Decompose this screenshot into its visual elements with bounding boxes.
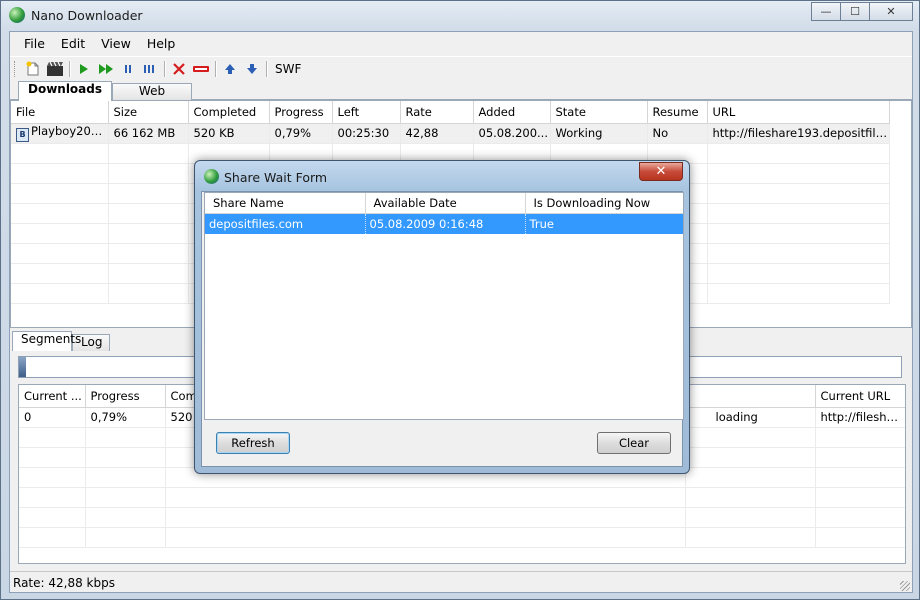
tab-downloads[interactable]: Downloads xyxy=(18,81,112,101)
column-header[interactable]: Share Name xyxy=(205,193,366,214)
column-header[interactable]: URL xyxy=(707,101,890,124)
start-all-icon[interactable] xyxy=(95,59,117,79)
file-name: Playboy2009... xyxy=(31,124,108,138)
column-header[interactable]: Progress xyxy=(269,101,333,124)
close-button[interactable]: ✕ xyxy=(869,2,913,21)
menu-bar: File Edit View Help xyxy=(10,32,912,54)
status-rate: Rate: 42,88 kbps xyxy=(13,575,115,590)
menu-edit[interactable]: Edit xyxy=(53,36,93,51)
dialog-title: Share Wait Form xyxy=(224,170,328,185)
tab-web-spider[interactable]: Web Spider xyxy=(112,83,192,113)
dialog-close-button[interactable]: ✕ xyxy=(639,162,683,181)
file-icon: B xyxy=(16,128,29,142)
cell-completed: 520 KB xyxy=(188,123,270,144)
pause-all-icon[interactable] xyxy=(139,59,161,79)
cell-url: http://fileshare... xyxy=(815,407,905,428)
app-icon xyxy=(9,7,25,23)
downloads-header: File Size Completed Progress Left Rate A… xyxy=(11,101,890,124)
toolbar-separator xyxy=(164,60,165,77)
column-header[interactable]: File xyxy=(11,101,109,124)
window-title: Nano Downloader xyxy=(31,8,143,23)
share-wait-dialog: Share Wait Form ✕ Share Name Available D… xyxy=(194,160,690,474)
table-row[interactable]: depositfiles.com 05.08.2009 0:16:48 True xyxy=(205,213,683,234)
column-header[interactable]: Current ... xyxy=(19,385,86,408)
menu-file[interactable]: File xyxy=(16,36,53,51)
menu-view[interactable]: View xyxy=(93,36,139,51)
remove-icon[interactable] xyxy=(168,59,190,79)
cell-file: B Playboy2009... xyxy=(11,123,109,144)
minimize-button[interactable]: — xyxy=(811,2,841,21)
tab-segments[interactable]: Segments xyxy=(12,331,81,351)
toolbar-separator xyxy=(266,60,267,77)
toolbar-separator xyxy=(69,60,70,77)
column-header[interactable]: State xyxy=(550,101,648,124)
start-icon[interactable] xyxy=(73,59,95,79)
menu-help[interactable]: Help xyxy=(139,36,184,51)
title-bar[interactable]: Nano Downloader — ☐ ✕ xyxy=(1,1,919,29)
pause-icon[interactable] xyxy=(117,59,139,79)
video-icon[interactable] xyxy=(44,59,66,79)
cell-progress: 0,79% xyxy=(85,407,166,428)
cell-state: Working xyxy=(550,123,648,144)
cell-available-date: 05.08.2009 0:16:48 xyxy=(365,213,526,234)
main-tabs: Downloads Web Spider xyxy=(10,81,912,113)
column-header[interactable]: Available Date xyxy=(365,193,526,214)
status-bar: Rate: 42,88 kbps xyxy=(10,571,912,593)
cell-progress: 0,79% xyxy=(269,123,333,144)
app-icon xyxy=(204,169,219,184)
move-up-icon[interactable] xyxy=(219,59,241,79)
column-header[interactable]: Size xyxy=(108,101,189,124)
new-icon[interactable] xyxy=(22,59,44,79)
cell-share-name: depositfiles.com xyxy=(205,213,366,234)
cell-url: http://fileshare193.depositfile... xyxy=(707,123,890,144)
dialog-client: Share Name Available Date Is Downloading… xyxy=(201,191,684,467)
remove-all-icon[interactable] xyxy=(190,59,212,79)
maximize-button[interactable]: ☐ xyxy=(840,2,870,21)
column-header[interactable]: Left xyxy=(332,101,401,124)
cell-size: 66 162 MB xyxy=(108,123,189,144)
toolbar: SWF xyxy=(10,56,912,80)
segment-progress-fill xyxy=(19,357,26,377)
swf-button[interactable]: SWF xyxy=(270,62,306,76)
column-header[interactable]: Added xyxy=(473,101,551,124)
cell-is-downloading: True xyxy=(525,213,683,234)
column-header[interactable] xyxy=(685,385,816,408)
cell-rate: 42,88 xyxy=(400,123,474,144)
cell-current: 0 xyxy=(19,407,86,428)
share-table: Share Name Available Date Is Downloading… xyxy=(204,192,684,420)
toolbar-grip[interactable] xyxy=(14,60,17,77)
cell-added: 05.08.200... xyxy=(473,123,551,144)
cell-left: 00:25:30 xyxy=(332,123,401,144)
resize-grip-icon[interactable] xyxy=(900,581,910,591)
clear-button[interactable]: Clear xyxy=(597,432,671,454)
table-row[interactable] xyxy=(19,527,905,548)
column-header[interactable]: Is Downloading Now xyxy=(525,193,683,214)
column-header[interactable]: Resume xyxy=(647,101,708,124)
table-row[interactable]: B Playboy2009... 66 162 MB 520 KB 0,79% 0… xyxy=(11,123,890,144)
move-down-icon[interactable] xyxy=(241,59,263,79)
refresh-button[interactable]: Refresh xyxy=(216,432,290,454)
cell-state: loading xyxy=(685,407,816,428)
caption-buttons: — ☐ ✕ xyxy=(811,2,913,21)
column-header[interactable]: Current URL xyxy=(815,385,905,408)
column-header[interactable]: Rate xyxy=(400,101,474,124)
cell-resume: No xyxy=(647,123,708,144)
toolbar-separator xyxy=(215,60,216,77)
column-header[interactable]: Progress xyxy=(85,385,166,408)
share-table-header: Share Name Available Date Is Downloading… xyxy=(205,193,683,214)
table-row[interactable] xyxy=(19,487,905,508)
column-header[interactable]: Completed xyxy=(188,101,270,124)
table-row[interactable] xyxy=(19,507,905,528)
